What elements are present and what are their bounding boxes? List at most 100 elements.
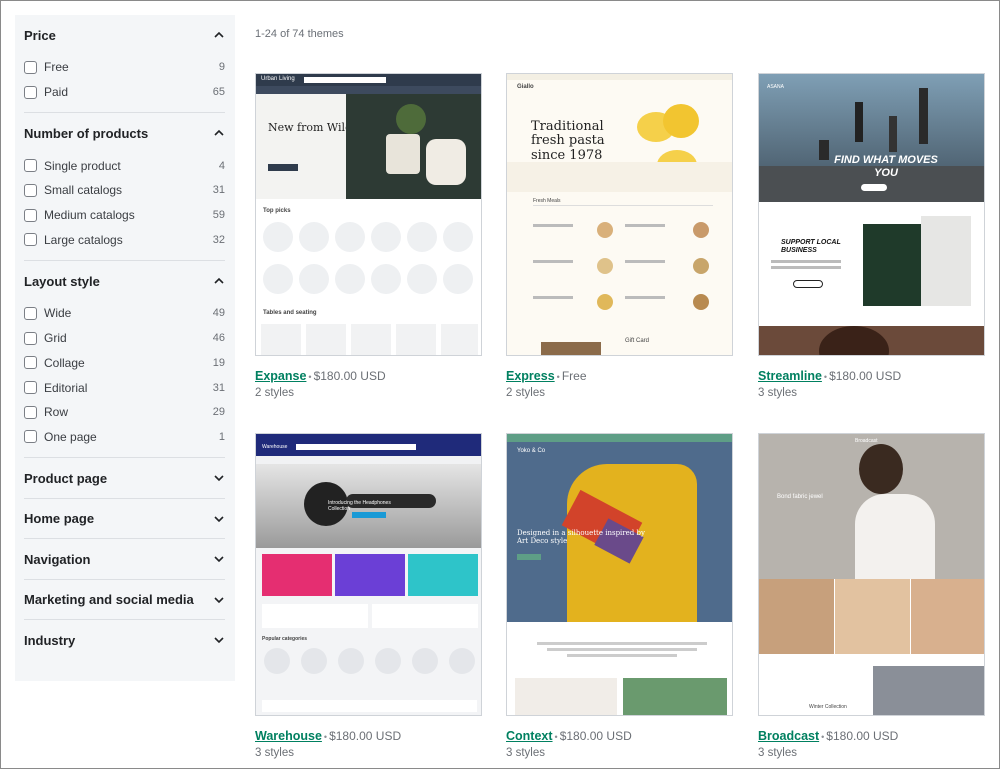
theme-name-link[interactable]: Expanse: [255, 369, 306, 383]
theme-styles: 3 styles: [506, 747, 545, 759]
thumb-section: Popular categories: [262, 636, 308, 642]
thumb-headline: Traditional fresh pasta since 1978: [531, 119, 605, 163]
filter-option-medium-catalogs[interactable]: Medium catalogs 59: [24, 203, 225, 228]
filter-header-price[interactable]: Price: [24, 15, 225, 55]
filter-title: Home page: [24, 511, 95, 526]
chevron-down-icon: [213, 472, 225, 484]
filter-option-paid[interactable]: Paid 65: [24, 80, 225, 105]
option-label: Row: [44, 405, 69, 420]
thumb-brand: Yoko & Co: [517, 448, 546, 454]
filter-option-single-product[interactable]: Single product 4: [24, 153, 225, 178]
filter-title: Layout style: [24, 273, 100, 289]
thumb-tab: Fresh Meals: [533, 198, 561, 204]
option-count: 65: [212, 86, 225, 99]
thumb-headline: FIND WHAT MOVES YOU: [834, 154, 938, 180]
theme-price: $180.00 USD: [313, 369, 386, 383]
filter-option-row[interactable]: Row 29: [24, 400, 225, 425]
filter-option-collage[interactable]: Collage 19: [24, 351, 225, 376]
thumb-headline: Designed in a silhouette inspired by Art…: [517, 529, 645, 545]
separator-dot: •: [556, 372, 560, 382]
theme-thumbnail[interactable]: Broadcast Bond fabric jewel Winter Colle…: [758, 433, 985, 716]
checkbox[interactable]: [24, 60, 37, 74]
filter-group-home-page[interactable]: Home page: [24, 499, 225, 540]
theme-name-link[interactable]: Broadcast: [758, 729, 819, 743]
filter-option-large-catalogs[interactable]: Large catalogs 32: [24, 227, 225, 252]
theme-styles: 2 styles: [506, 387, 545, 399]
filter-group-products: Number of products Single product 4 Smal…: [24, 113, 225, 262]
checkbox[interactable]: [24, 159, 37, 173]
chevron-up-icon: [213, 127, 225, 139]
thumb-headline: Bond fabric jewel: [777, 494, 823, 500]
option-label: Medium catalogs: [44, 208, 135, 223]
option-count: 1: [218, 430, 225, 443]
theme-meta: Expanse • $180.00 USD: [255, 369, 482, 383]
filter-option-one-page[interactable]: One page 1: [24, 425, 225, 450]
filter-group-product-page[interactable]: Product page: [24, 458, 225, 499]
theme-price: $180.00 USD: [559, 729, 632, 743]
theme-styles: 3 styles: [255, 747, 294, 759]
filter-header-industry[interactable]: Industry: [24, 620, 225, 660]
chevron-up-icon: [213, 275, 225, 287]
theme-price: $180.00 USD: [829, 369, 902, 383]
checkbox[interactable]: [24, 356, 37, 370]
theme-name-link[interactable]: Warehouse: [255, 729, 322, 743]
filter-group-industry[interactable]: Industry: [24, 620, 225, 660]
theme-name-link[interactable]: Express: [506, 369, 555, 383]
filter-header-home-page[interactable]: Home page: [24, 499, 225, 539]
theme-thumbnail[interactable]: Giallo Traditional fresh pasta since 197…: [506, 73, 733, 356]
checkbox[interactable]: [24, 381, 37, 395]
theme-thumbnail[interactable]: ASANA FIND WHAT MOVES YOU SUPPORT LOCAL …: [758, 73, 985, 356]
checkbox[interactable]: [24, 233, 37, 247]
filter-option-small-catalogs[interactable]: Small catalogs 31: [24, 178, 225, 203]
checkbox[interactable]: [24, 331, 37, 345]
theme-thumbnail[interactable]: Urban Living New from Wild Wood Top pick…: [255, 73, 482, 356]
filter-group-price: Price Free 9 Paid 65: [24, 15, 225, 114]
theme-styles: 3 styles: [758, 387, 797, 399]
filter-group-navigation[interactable]: Navigation: [24, 539, 225, 580]
filter-title: Navigation: [24, 551, 91, 567]
option-count: 49: [212, 307, 225, 320]
option-count: 9: [218, 61, 225, 74]
thumb-sub: Winter Collection: [809, 704, 847, 710]
option-label: Collage: [44, 355, 85, 370]
filter-header-layout[interactable]: Layout style: [24, 261, 225, 301]
checkbox[interactable]: [24, 85, 37, 99]
theme-name-link[interactable]: Context: [506, 729, 553, 743]
theme-thumbnail[interactable]: Yoko & Co Designed in a silhouette inspi…: [506, 433, 733, 716]
option-label: Wide: [44, 306, 72, 321]
filter-group-marketing[interactable]: Marketing and social media: [24, 580, 225, 621]
option-count: 4: [218, 159, 225, 172]
filter-header-products[interactable]: Number of products: [24, 113, 225, 153]
separator-dot: •: [823, 372, 828, 382]
option-count: 29: [212, 406, 225, 419]
option-count: 59: [212, 209, 225, 222]
results-count: 1-24 of 74 themes: [255, 28, 344, 40]
thumb-section: Tables and seating: [263, 310, 317, 316]
filter-option-editorial[interactable]: Editorial 31: [24, 375, 225, 400]
filter-option-grid[interactable]: Grid 46: [24, 326, 225, 351]
filter-header-product-page[interactable]: Product page: [24, 458, 225, 498]
checkbox[interactable]: [24, 306, 37, 320]
thumb-brand: Giallo: [517, 84, 534, 90]
filter-header-navigation[interactable]: Navigation: [24, 539, 225, 579]
theme-thumbnail[interactable]: Warehouse Introducing the Headphones Col…: [255, 433, 482, 716]
checkbox[interactable]: [24, 430, 37, 444]
checkbox[interactable]: [24, 183, 37, 197]
filter-header-marketing[interactable]: Marketing and social media: [24, 580, 225, 620]
filter-title: Marketing and social media: [24, 592, 194, 607]
filter-option-wide[interactable]: Wide 49: [24, 301, 225, 326]
theme-styles: 3 styles: [758, 747, 797, 759]
checkbox[interactable]: [24, 405, 37, 419]
checkbox[interactable]: [24, 208, 37, 222]
option-label: Single product: [44, 158, 121, 173]
theme-name-link[interactable]: Streamline: [758, 369, 822, 383]
filter-title: Product page: [24, 470, 108, 486]
theme-card-warehouse: Warehouse Introducing the Headphones Col…: [255, 433, 482, 759]
theme-card-express: Giallo Traditional fresh pasta since 197…: [506, 73, 733, 399]
theme-price: $180.00 USD: [826, 729, 899, 743]
theme-price: Free: [561, 369, 587, 383]
theme-meta: Express • Free: [506, 369, 733, 383]
thumb-footer: Gift Card: [625, 338, 650, 344]
filter-group-layout: Layout style Wide 49 Grid 46 Collage 19: [24, 261, 225, 459]
filter-option-free[interactable]: Free 9: [24, 55, 225, 80]
